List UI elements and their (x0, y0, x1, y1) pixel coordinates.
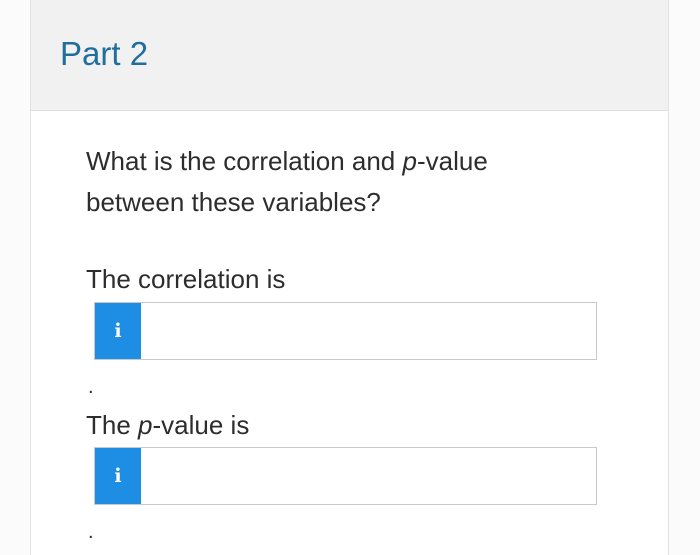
info-icon: i (114, 319, 122, 342)
pvalue-period: . (88, 521, 94, 543)
pvalue-info-button[interactable]: i (95, 448, 141, 504)
question-card: Part 2 What is the correlation and p-val… (30, 0, 669, 555)
correlation-info-button[interactable]: i (95, 303, 141, 359)
pvalue-label-p-italic: p (138, 410, 153, 440)
pvalue-input[interactable] (141, 448, 596, 504)
correlation-input[interactable] (141, 303, 596, 359)
correlation-period: . (88, 376, 94, 398)
pvalue-label-end: -value is (152, 410, 250, 440)
correlation-answer-row: i (94, 302, 597, 360)
pvalue-label: The p-value is (86, 408, 249, 442)
pvalue-answer-row: i (94, 447, 597, 505)
part-header: Part 2 (31, 0, 668, 111)
question-p-italic: p (402, 146, 417, 176)
part-title: Part 2 (60, 35, 149, 72)
question-text-start: What is the correlation and (86, 146, 403, 176)
correlation-label: The correlation is (86, 264, 286, 294)
question-text: What is the correlation and p-value betw… (86, 141, 566, 223)
info-icon: i (114, 464, 122, 487)
pvalue-label-start: The (86, 410, 139, 440)
